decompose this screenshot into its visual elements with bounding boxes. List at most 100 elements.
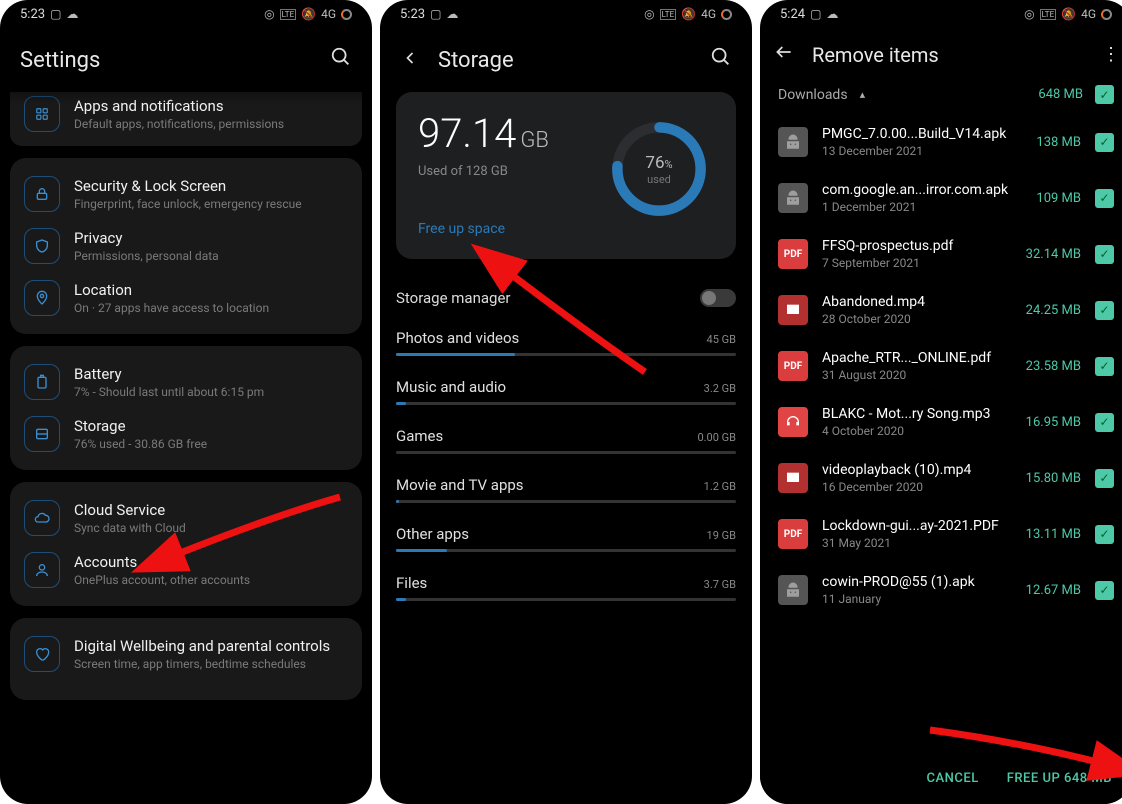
section-label: Downloads xyxy=(778,87,848,103)
storage-manager-toggle[interactable] xyxy=(700,289,736,307)
row-location[interactable]: LocationOn · 27 apps have access to loca… xyxy=(24,272,348,324)
row-title: Storage xyxy=(74,417,207,435)
row-storage[interactable]: Storage76% used - 30.86 GB free xyxy=(24,408,348,460)
statusbar: 5:23 ▢ ☁ ◎ LTE 🔕 4G xyxy=(380,0,752,28)
signal-icon: 4G xyxy=(701,7,716,21)
category-photos-and-videos[interactable]: Photos and videos45 GB xyxy=(396,329,736,356)
file-checkbox[interactable]: ✓ xyxy=(1095,357,1114,376)
file-checkbox[interactable]: ✓ xyxy=(1095,469,1114,488)
cat-bar xyxy=(396,500,736,503)
file-date: 31 May 2021 xyxy=(822,536,1012,550)
file-date: 16 December 2020 xyxy=(822,480,1012,494)
shield-icon xyxy=(24,228,60,264)
row-wellbeing[interactable]: Digital Wellbeing and parental controls … xyxy=(24,628,348,680)
search-icon[interactable] xyxy=(330,46,352,74)
file-row[interactable]: PDFApache_RTR..._ONLINE.pdf31 August 202… xyxy=(760,338,1122,394)
storage-used-value: 97.14GB xyxy=(418,114,549,154)
file-checkbox[interactable]: ✓ xyxy=(1095,525,1114,544)
statusbar: 5:24 ▢ ☁ ◎ LTE 🔕 4G xyxy=(760,0,1122,28)
file-row[interactable]: Abandoned.mp428 October 202024.25 MB✓ xyxy=(760,282,1122,338)
file-checkbox[interactable]: ✓ xyxy=(1095,245,1114,264)
category-games[interactable]: Games0.00 GB xyxy=(396,427,736,454)
file-checkbox[interactable]: ✓ xyxy=(1095,581,1114,600)
row-title: Security & Lock Screen xyxy=(74,177,302,195)
signal-icon: 4G xyxy=(1081,7,1096,21)
file-row[interactable]: com.google.an...irror.com.apk1 December … xyxy=(760,170,1122,226)
cat-size: 3.2 GB xyxy=(704,382,736,395)
mute-icon: 🔕 xyxy=(301,7,316,21)
section-checkbox[interactable]: ✓ xyxy=(1095,85,1114,104)
used-number: 97.14 xyxy=(418,110,516,157)
category-other-apps[interactable]: Other apps19 GB xyxy=(396,525,736,552)
apps-icon xyxy=(24,96,60,132)
battery-ring-icon xyxy=(341,9,352,20)
cat-name: Music and audio xyxy=(396,378,506,396)
cat-size: 3.7 GB xyxy=(704,578,736,591)
donut-label: used xyxy=(647,173,671,186)
back-icon[interactable] xyxy=(774,42,794,67)
row-title: Accounts xyxy=(74,553,250,571)
status-time: 5:23 xyxy=(400,7,425,22)
volte-icon: LTE xyxy=(660,9,677,20)
file-row[interactable]: PMGC_7.0.00...Build_V14.apk13 December 2… xyxy=(760,114,1122,170)
free-up-button[interactable]: FREE UP 648 MB xyxy=(1007,771,1112,786)
back-icon[interactable] xyxy=(400,48,420,73)
page-title: Settings xyxy=(20,48,312,73)
cat-name: Movie and TV apps xyxy=(396,476,524,494)
category-movie-and-tv-apps[interactable]: Movie and TV apps 1.2 GB xyxy=(396,476,736,503)
cast-icon: ◎ xyxy=(1024,7,1034,21)
cancel-button[interactable]: CANCEL xyxy=(927,771,979,786)
cat-name: Photos and videos xyxy=(396,329,519,347)
page-title: Storage xyxy=(438,48,692,73)
file-name: FFSQ-prospectus.pdf xyxy=(822,238,1012,254)
mute-icon: 🔕 xyxy=(681,7,696,21)
file-date: 11 January xyxy=(822,592,1012,606)
row-sub: Sync data with Cloud xyxy=(74,521,186,535)
row-privacy[interactable]: PrivacyPermissions, personal data xyxy=(24,220,348,272)
row-accounts[interactable]: AccountsOnePlus account, other accounts xyxy=(24,544,348,596)
file-row[interactable]: videoplayback (10).mp416 December 202015… xyxy=(760,450,1122,506)
video-icon xyxy=(778,463,808,493)
page-title: Remove items xyxy=(812,43,1084,67)
file-checkbox[interactable]: ✓ xyxy=(1095,189,1114,208)
apk-icon xyxy=(778,127,808,157)
free-up-space-link[interactable]: Free up space xyxy=(418,221,549,237)
video-icon xyxy=(778,295,808,325)
apk-icon xyxy=(778,575,808,605)
header: Settings xyxy=(0,28,372,92)
more-icon[interactable]: ⋮ xyxy=(1102,44,1118,65)
cast-icon: ◎ xyxy=(264,7,274,21)
file-checkbox[interactable]: ✓ xyxy=(1095,133,1114,152)
row-battery[interactable]: Battery7% - Should last until about 6:15… xyxy=(24,356,348,408)
storage-manager-row[interactable]: Storage manager xyxy=(396,289,736,307)
file-size: 24.25 MB xyxy=(1026,303,1081,318)
category-files[interactable]: Files 3.7 GB xyxy=(396,574,736,601)
pdf-icon: PDF xyxy=(778,239,808,269)
file-date: 28 October 2020 xyxy=(822,312,1012,326)
cat-bar xyxy=(396,402,736,405)
row-cloud-service[interactable]: Cloud Service Sync data with Cloud xyxy=(24,492,348,544)
chevron-up-icon: ▴ xyxy=(860,88,866,101)
cat-size: 1.2 GB xyxy=(704,480,736,493)
row-security-lock-screen[interactable]: Security & Lock ScreenFingerprint, face … xyxy=(24,168,348,220)
heart-icon xyxy=(24,636,60,672)
file-row[interactable]: PDFLockdown-gui...ay-2021.PDF31 May 2021… xyxy=(760,506,1122,562)
file-row[interactable]: PDFFFSQ-prospectus.pdf7 September 202132… xyxy=(760,226,1122,282)
battery-ring-icon xyxy=(1101,9,1112,20)
file-checkbox[interactable]: ✓ xyxy=(1095,301,1114,320)
category-music-and-audio[interactable]: Music and audio 3.2 GB xyxy=(396,378,736,405)
row-title: Privacy xyxy=(74,229,219,247)
card-apps[interactable]: Apps and notifications Default apps, not… xyxy=(10,92,362,146)
file-checkbox[interactable]: ✓ xyxy=(1095,413,1114,432)
file-row[interactable]: cowin-PROD@55 (1).apk11 January12.67 MB✓ xyxy=(760,562,1122,618)
row-title: Cloud Service xyxy=(74,501,186,519)
usage-donut: 76% used xyxy=(604,114,714,224)
apps-title: Apps and notifications xyxy=(74,97,284,115)
cat-name: Files xyxy=(396,574,427,592)
cat-bar xyxy=(396,549,736,552)
file-size: 32.14 MB xyxy=(1026,247,1081,262)
search-icon[interactable] xyxy=(710,46,732,74)
file-row[interactable]: BLAKC - Mot...ry Song.mp34 October 20201… xyxy=(760,394,1122,450)
downloads-section-header[interactable]: Downloads ▴ 648 MB ✓ xyxy=(760,81,1122,114)
file-date: 1 December 2021 xyxy=(822,200,1022,214)
